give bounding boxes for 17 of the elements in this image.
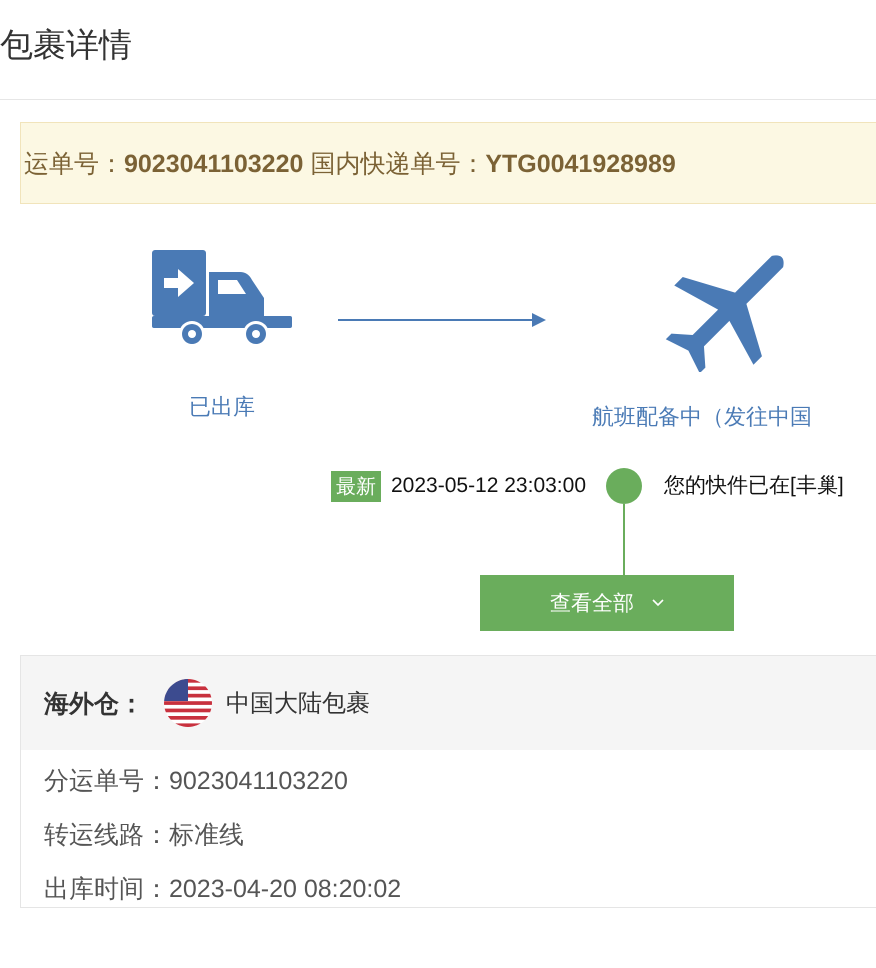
- latest-badge: 最新: [331, 470, 381, 502]
- view-all-button[interactable]: 查看全部: [480, 575, 734, 631]
- page-title: 包裹详情: [0, 0, 876, 100]
- detail-field: 转运线路：标准线: [44, 818, 876, 853]
- step-label: 已出库: [189, 393, 255, 421]
- arrow-icon: [338, 312, 546, 328]
- flag-icon: [164, 679, 212, 727]
- warehouse-name: 中国大陆包裹: [226, 689, 370, 719]
- detail-field: 分运单号：9023041103220: [44, 764, 876, 799]
- warehouse-label: 海外仓：: [44, 688, 144, 720]
- chevron-down-icon: [652, 599, 664, 607]
- timeline-dot: [606, 468, 642, 504]
- step-label: 航班配备中（发往中国: [592, 403, 812, 431]
- detail-field: 出库时间：2023-04-20 08:20:02: [44, 872, 876, 907]
- event-text: 您的快件已在[丰巢]: [664, 473, 845, 499]
- tracking-banner: 运单号：9023041103220 国内快递单号：YTG0041928989: [20, 122, 876, 204]
- event-time: 2023-05-12 23:03:00: [391, 474, 586, 498]
